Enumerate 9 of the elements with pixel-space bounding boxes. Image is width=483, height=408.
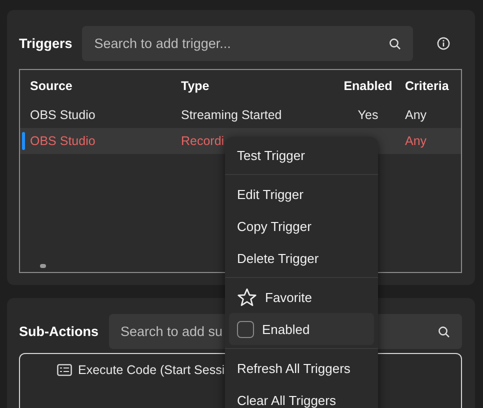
panel-title: Triggers — [19, 36, 72, 51]
table-cell-text: OBS Studio — [30, 134, 96, 148]
table-cell-text: Streaming Started — [181, 108, 283, 122]
table-cell-text: Any — [405, 134, 428, 148]
table-cell-text: OBS Studio — [30, 108, 96, 122]
table-cell-text: Recordi — [181, 134, 226, 148]
table-cell-text: Any — [405, 108, 428, 122]
panel-title: Sub-Actions — [19, 324, 98, 339]
table-cell-text: Yes — [356, 108, 380, 122]
